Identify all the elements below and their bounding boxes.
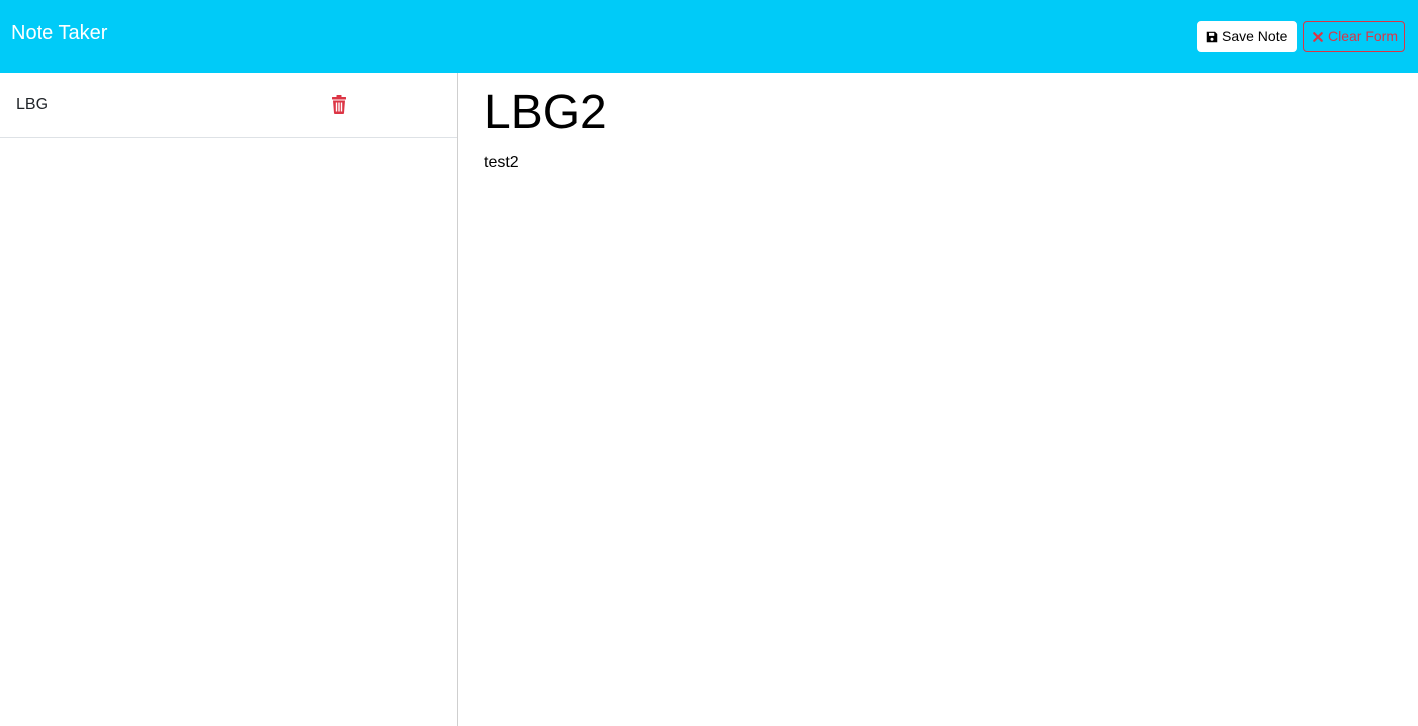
save-note-button[interactable]: Save Note: [1197, 21, 1297, 52]
x-icon: [1312, 31, 1324, 43]
notes-sidebar: LBG: [0, 73, 458, 726]
app-title[interactable]: Note Taker: [11, 21, 107, 45]
note-list-title[interactable]: LBG: [16, 96, 48, 114]
save-note-label: Save Note: [1222, 28, 1288, 44]
list-item[interactable]: LBG: [0, 73, 457, 138]
note-text-input[interactable]: test2: [484, 154, 519, 172]
note-editor: LBG2 test2: [458, 73, 1418, 726]
clear-form-label: Clear Form: [1328, 28, 1399, 44]
clear-form-button[interactable]: Clear Form: [1303, 21, 1405, 52]
save-icon: [1206, 31, 1218, 43]
note-title-input[interactable]: LBG2: [484, 87, 607, 139]
trash-icon[interactable]: [331, 95, 347, 114]
navbar: Note Taker Save Note Clear Form: [0, 0, 1418, 73]
